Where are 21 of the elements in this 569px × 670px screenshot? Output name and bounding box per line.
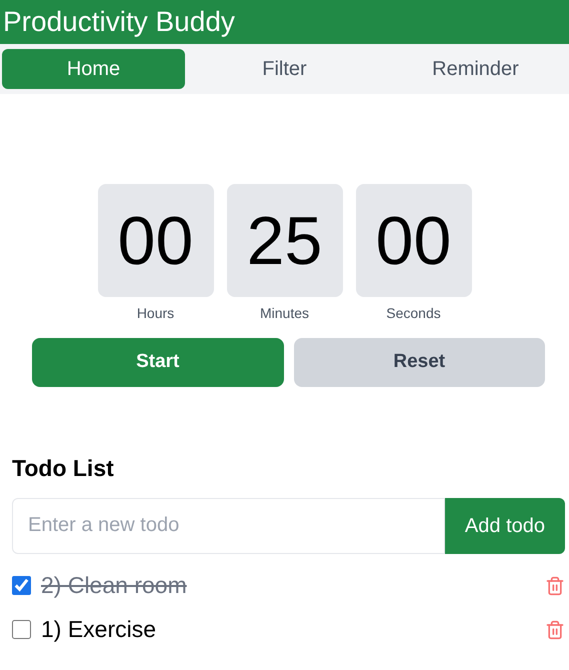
time-unit-label: Minutes: [260, 304, 310, 323]
time-unit-label: Hours: [136, 304, 174, 323]
app-title: Productivity Buddy: [3, 8, 235, 36]
time-digits: 00: [376, 206, 452, 274]
add-todo-button[interactable]: Add todo: [444, 498, 565, 554]
start-button[interactable]: Start: [32, 338, 284, 387]
todo-text: 1) Exercise: [41, 615, 156, 644]
todo-text: 2) Clean room: [41, 571, 187, 600]
tab[interactable]: Home: [2, 49, 185, 89]
tab[interactable]: Reminder: [384, 49, 567, 89]
time-digits: 25: [246, 206, 322, 274]
trash-icon[interactable]: [545, 574, 565, 596]
time-digits: 00: [118, 206, 194, 274]
todo-checkbox[interactable]: [12, 620, 31, 639]
todo-checkbox[interactable]: [12, 576, 31, 595]
trash-icon[interactable]: [545, 618, 565, 640]
tab[interactable]: Filter: [193, 49, 376, 89]
reset-button[interactable]: Reset: [294, 338, 545, 387]
time-unit-label: Seconds: [386, 304, 441, 323]
todo-heading: Todo List: [12, 454, 115, 483]
todo-input-field[interactable]: Enter a new todo: [12, 498, 445, 554]
